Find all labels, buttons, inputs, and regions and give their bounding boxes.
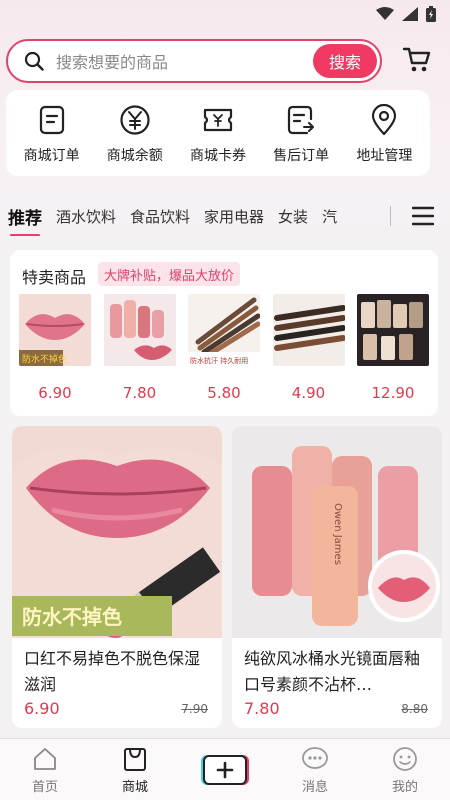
after-sale-icon bbox=[288, 105, 315, 135]
flash-sale-item[interactable]: 防水不掉色 6.90 bbox=[18, 294, 92, 402]
search-row: 搜索想要的商品 搜索 bbox=[6, 38, 446, 84]
product-image[interactable]: 防水不掉色 bbox=[12, 426, 222, 638]
tab-auto[interactable]: 汽 bbox=[322, 206, 337, 227]
flash-sale-price: 12.90 bbox=[371, 384, 415, 402]
tab-label: 我的 bbox=[391, 779, 418, 795]
search-box[interactable]: 搜索想要的商品 搜索 bbox=[6, 39, 382, 83]
battery-icon bbox=[426, 6, 436, 22]
flash-sale-price: 7.80 bbox=[122, 384, 157, 402]
search-button[interactable]: 搜索 bbox=[313, 44, 377, 78]
thumb-caption: 防水抗汗 持久耐用 bbox=[190, 356, 248, 365]
thumb-caption: 防水不掉色 bbox=[22, 353, 67, 365]
flash-sale-title: 特卖商品 bbox=[22, 268, 87, 287]
quick-menu: 商城订单 商城余额 商城卡券 售后订单 地址管理 bbox=[6, 90, 430, 176]
flash-sale-price: 5.80 bbox=[207, 384, 241, 402]
tab-home[interactable]: 首页 bbox=[10, 745, 80, 795]
bottom-tab-bar: 首页 商城 消息 我的 bbox=[0, 738, 450, 800]
product-original-price: 7.90 bbox=[181, 702, 208, 716]
flash-sale-price: 6.90 bbox=[38, 384, 72, 402]
profile-icon bbox=[393, 746, 417, 771]
message-icon bbox=[302, 746, 328, 769]
brand-label: Owen James bbox=[332, 503, 343, 565]
product-card[interactable]: 防水不掉色 口红不易掉色不脱色保湿滋润 6.90 7.90 bbox=[12, 426, 222, 728]
quick-menu-label: 地址管理 bbox=[356, 148, 413, 164]
flash-sale-badge: 大牌补贴，爆品大放价 bbox=[98, 262, 241, 286]
product-price: 7.80 bbox=[244, 699, 280, 718]
quick-menu-after-sale-orders[interactable]: 售后订单 bbox=[261, 101, 341, 165]
quick-menu-mall-orders[interactable]: 商城订单 bbox=[12, 101, 92, 165]
product-image[interactable]: Owen James bbox=[232, 426, 442, 638]
quick-menu-mall-balance[interactable]: 商城余额 bbox=[95, 101, 175, 165]
flash-sale-items: 防水不掉色 6.90 7.80 防水抗汗 持久耐用 5.80 4.90 12.9… bbox=[18, 294, 430, 402]
category-tabs: 推荐 酒水饮料 食品饮料 家用电器 女装 汽 bbox=[8, 196, 380, 236]
product-thumbnail[interactable]: 防水抗汗 持久耐用 bbox=[188, 294, 260, 366]
category-bar: 推荐 酒水饮料 食品饮料 家用电器 女装 汽 bbox=[0, 196, 450, 236]
quick-menu-label: 商城卡券 bbox=[189, 148, 246, 164]
menu-icon[interactable] bbox=[412, 206, 434, 226]
status-bar bbox=[0, 0, 450, 28]
product-original-price: 8.80 bbox=[401, 702, 428, 716]
tab-womens-clothing[interactable]: 女装 bbox=[278, 206, 308, 227]
product-thumbnail[interactable] bbox=[272, 294, 345, 366]
signal-icon bbox=[402, 7, 418, 21]
coupon-icon bbox=[203, 108, 233, 132]
tab-appliances[interactable]: 家用电器 bbox=[204, 206, 264, 227]
search-input[interactable]: 搜索想要的商品 bbox=[56, 49, 168, 73]
yuan-icon bbox=[120, 105, 150, 135]
tab-label: 商城 bbox=[121, 779, 148, 795]
product-thumbnail[interactable] bbox=[103, 294, 176, 366]
location-icon bbox=[372, 104, 397, 136]
product-thumbnail[interactable]: 防水不掉色 bbox=[19, 294, 91, 366]
product-price: 6.90 bbox=[24, 699, 60, 718]
flash-sale-item[interactable]: 7.80 bbox=[103, 294, 177, 402]
product-thumbnail[interactable] bbox=[357, 294, 429, 366]
flash-sale-item[interactable]: 4.90 bbox=[272, 294, 346, 402]
tab-profile[interactable]: 我的 bbox=[370, 745, 440, 795]
tab-messages[interactable]: 消息 bbox=[280, 745, 350, 795]
order-icon bbox=[39, 105, 64, 135]
tab-publish[interactable] bbox=[190, 754, 260, 785]
plus-icon[interactable] bbox=[203, 754, 247, 785]
flash-sale-item[interactable]: 12.90 bbox=[356, 294, 430, 402]
quick-menu-label: 商城余额 bbox=[106, 148, 163, 164]
tab-drinks[interactable]: 酒水饮料 bbox=[56, 206, 116, 227]
flash-sale-item[interactable]: 防水抗汗 持久耐用 5.80 bbox=[187, 294, 261, 402]
tab-food[interactable]: 食品饮料 bbox=[130, 206, 190, 227]
wifi-icon bbox=[376, 7, 394, 20]
tab-label: 消息 bbox=[301, 779, 328, 795]
shop-icon bbox=[124, 747, 146, 771]
tab-recommended[interactable]: 推荐 bbox=[8, 204, 42, 236]
quick-menu-label: 售后订单 bbox=[273, 148, 330, 164]
home-icon bbox=[34, 747, 56, 770]
flash-sale-section: 特卖商品 大牌补贴，爆品大放价 防水不掉色 6.90 7.80 防水抗汗 持久耐… bbox=[10, 250, 438, 416]
flash-sale-price: 4.90 bbox=[291, 384, 326, 402]
cart-icon[interactable] bbox=[402, 44, 432, 74]
quick-menu-mall-coupons[interactable]: 商城卡券 bbox=[178, 101, 258, 165]
product-card[interactable]: Owen James 纯欲风冰桶水光镜面唇釉口号素颜不沾杯… 7.80 8.80 bbox=[232, 426, 442, 728]
search-icon bbox=[24, 51, 44, 71]
quick-menu-address-management[interactable]: 地址管理 bbox=[344, 101, 424, 165]
category-divider bbox=[390, 206, 391, 226]
quick-menu-label: 商城订单 bbox=[23, 148, 80, 164]
product-title[interactable]: 口红不易掉色不脱色保湿滋润 bbox=[24, 646, 214, 698]
product-title[interactable]: 纯欲风冰桶水光镜面唇釉口号素颜不沾杯… bbox=[244, 646, 434, 698]
tab-label: 首页 bbox=[31, 779, 58, 795]
image-caption: 防水不掉色 bbox=[22, 605, 122, 629]
tab-shop[interactable]: 商城 bbox=[100, 745, 170, 795]
